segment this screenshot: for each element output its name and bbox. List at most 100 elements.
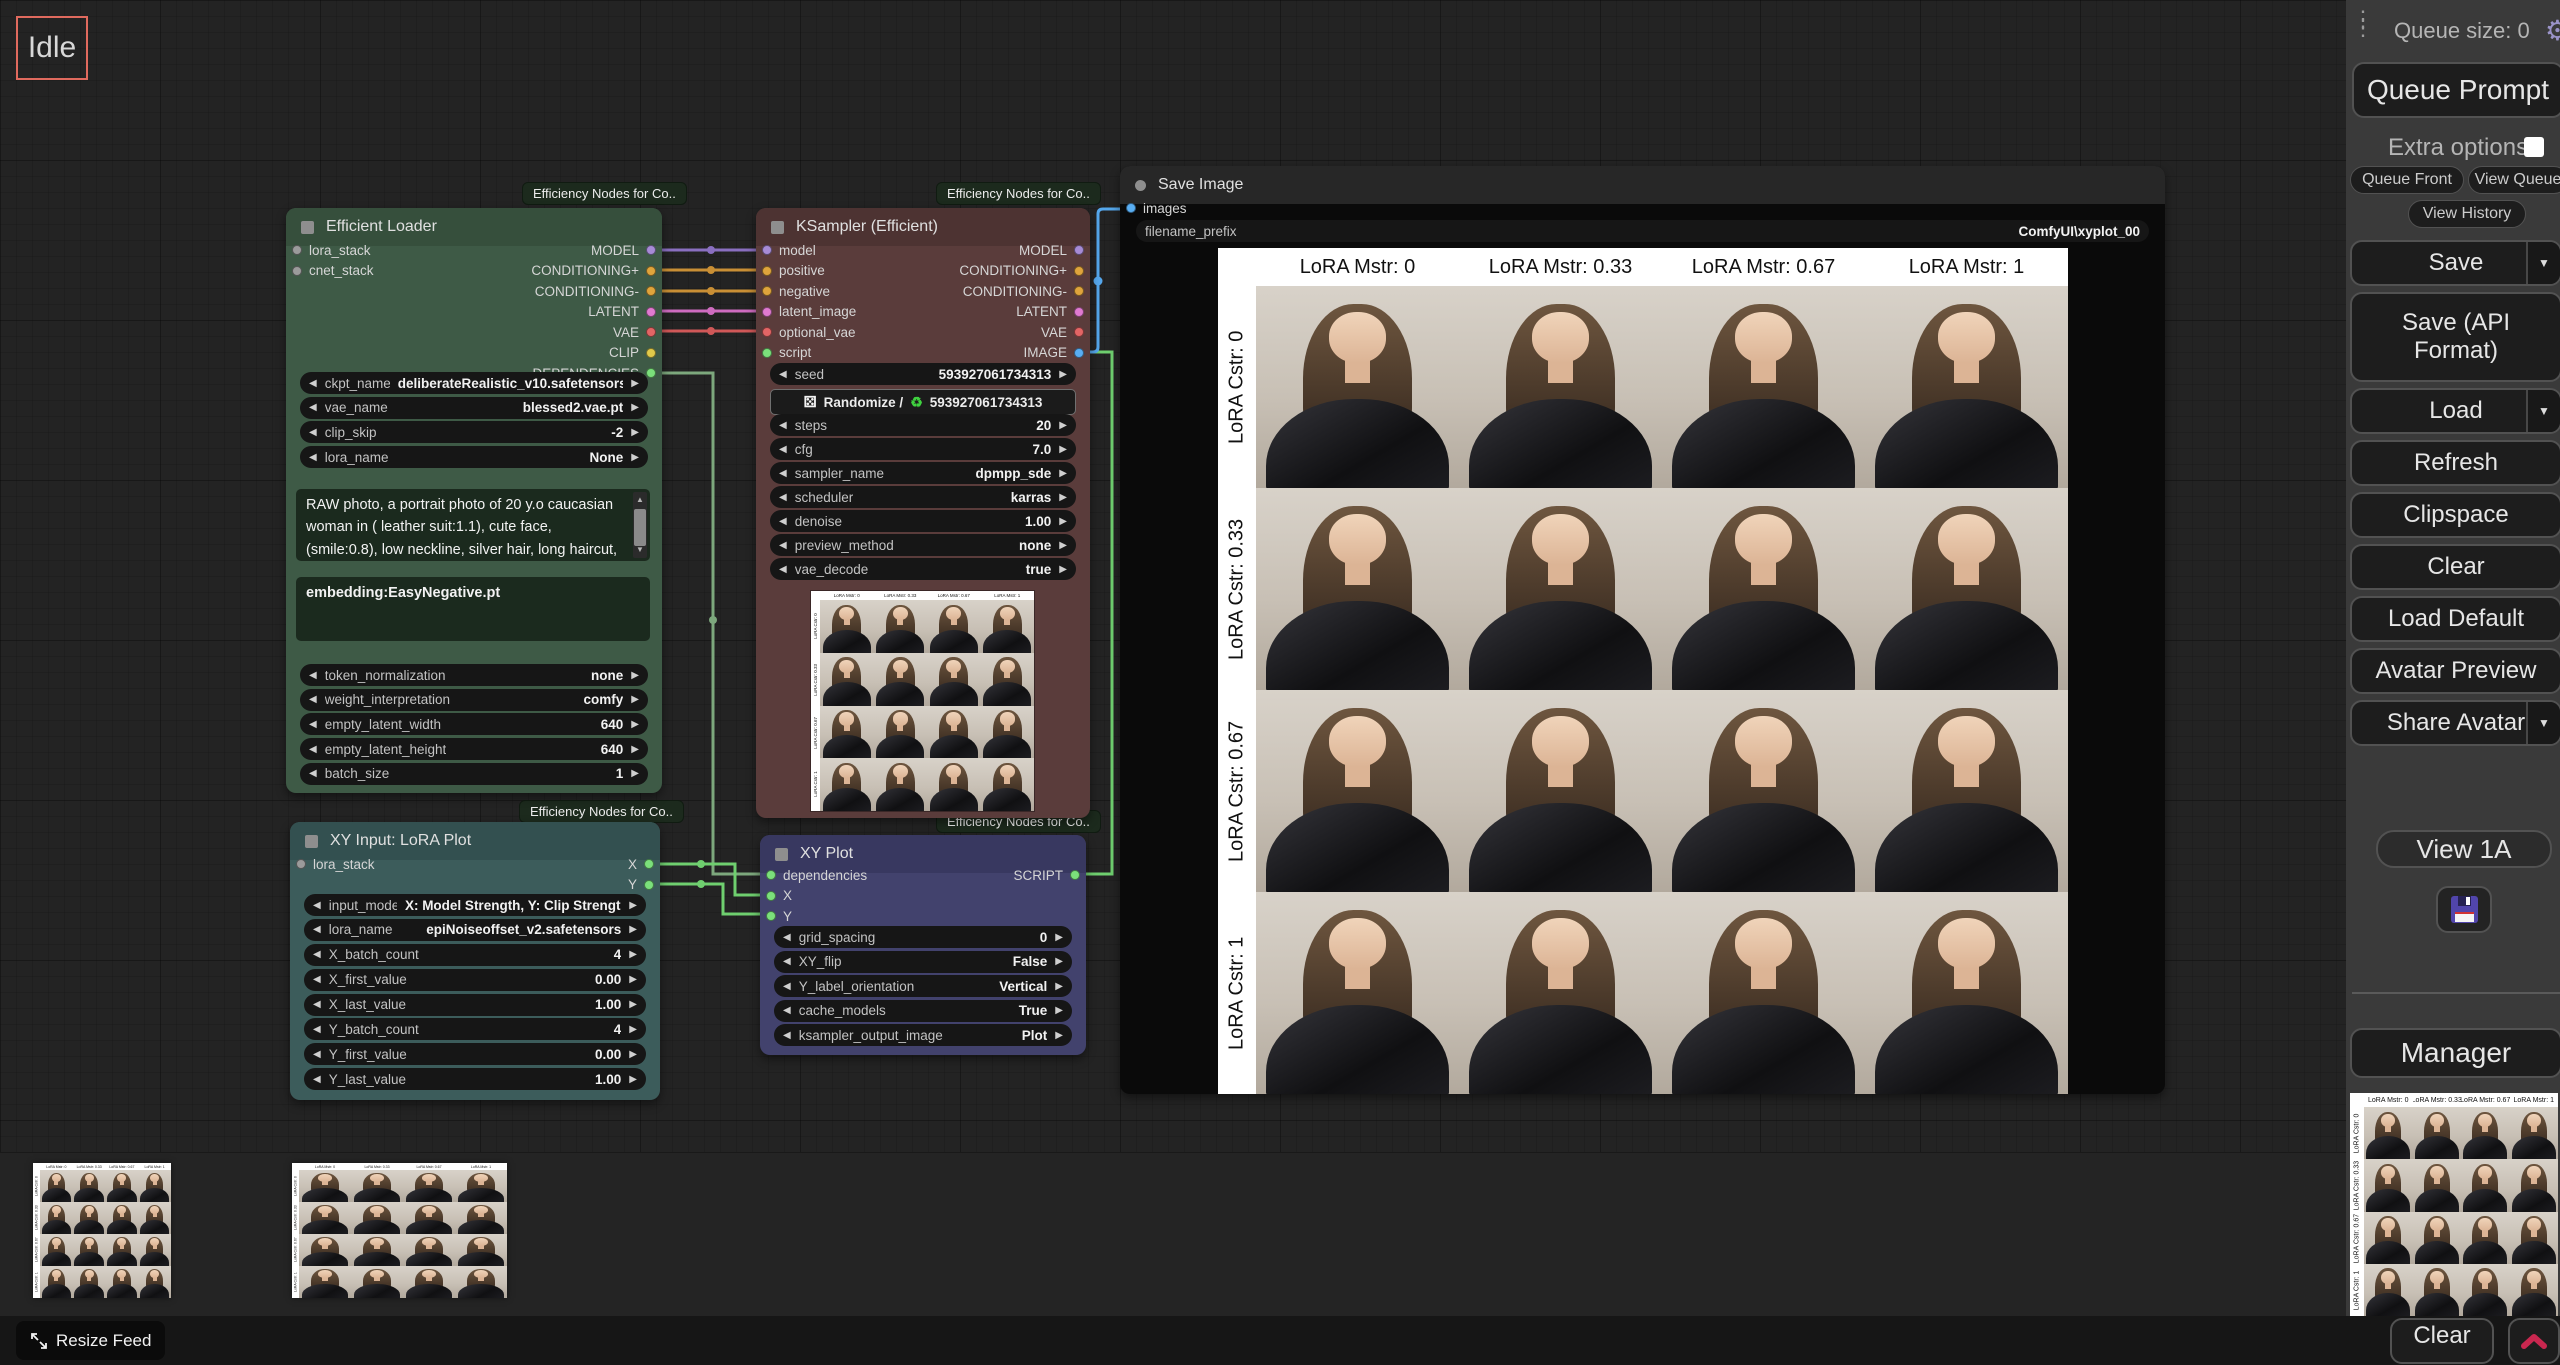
queue-front-button[interactable]: Queue Front: [2350, 166, 2464, 194]
widget-X_last_value[interactable]: ◀X_last_value1.00▶: [304, 994, 646, 1016]
increment-arrow-icon[interactable]: ▶: [1055, 1030, 1063, 1041]
port-MODEL[interactable]: MODEL: [406, 240, 656, 261]
widget-grid_spacing[interactable]: ◀grid_spacing0▶: [774, 926, 1072, 948]
feed-collapse-button[interactable]: [2508, 1318, 2560, 1364]
load-button[interactable]: Load ▼: [2350, 388, 2560, 434]
refresh-button[interactable]: Refresh: [2350, 440, 2560, 486]
port-dot-icon[interactable]: [1074, 266, 1084, 276]
port-VAE[interactable]: VAE: [406, 322, 656, 343]
port-dot-icon[interactable]: [1074, 307, 1084, 317]
increment-arrow-icon[interactable]: ▶: [629, 1074, 637, 1085]
increment-arrow-icon[interactable]: ▶: [1059, 444, 1067, 455]
node-save-image[interactable]: Save Image images filename_prefixComfyUI…: [1120, 166, 2165, 1094]
port-dot-icon[interactable]: [1074, 245, 1084, 255]
decrement-arrow-icon[interactable]: ◀: [779, 492, 787, 503]
positive-prompt-textarea[interactable]: RAW photo, a portrait photo of 20 y.o ca…: [296, 489, 650, 561]
view-history-button[interactable]: View History: [2408, 200, 2526, 228]
port-IMAGE[interactable]: IMAGE: [896, 343, 1084, 364]
widget-cache_models[interactable]: ◀cache_modelsTrue▶: [774, 1000, 1072, 1022]
port-CONDITIONING+[interactable]: CONDITIONING+: [896, 261, 1084, 282]
decrement-arrow-icon[interactable]: ◀: [783, 1030, 791, 1041]
decrement-arrow-icon[interactable]: ◀: [783, 1005, 791, 1016]
widget-input_mode[interactable]: ◀input_modeX: Model Strength, Y: Clip St…: [304, 894, 646, 916]
port-dot-icon[interactable]: [762, 286, 772, 296]
widget-X_first_value[interactable]: ◀X_first_value0.00▶: [304, 969, 646, 991]
clipspace-button[interactable]: Clipspace: [2350, 492, 2560, 538]
port-dot-icon[interactable]: [1070, 870, 1080, 880]
increment-arrow-icon[interactable]: ▶: [631, 378, 639, 389]
widget-XY_flip[interactable]: ◀XY_flipFalse▶: [774, 951, 1072, 973]
increment-arrow-icon[interactable]: ▶: [629, 900, 637, 911]
increment-arrow-icon[interactable]: ▶: [631, 694, 639, 705]
port-dot-icon[interactable]: [766, 891, 776, 901]
increment-arrow-icon[interactable]: ▶: [629, 974, 637, 985]
decrement-arrow-icon[interactable]: ◀: [783, 981, 791, 992]
gear-icon[interactable]: ⚙: [2545, 14, 2560, 47]
widget-lora_name[interactable]: ◀lora_nameNone▶: [300, 446, 648, 468]
port-dot-icon[interactable]: [1074, 348, 1084, 358]
decrement-arrow-icon[interactable]: ◀: [313, 1024, 321, 1035]
increment-arrow-icon[interactable]: ▶: [629, 1024, 637, 1035]
port-dot-icon[interactable]: [296, 859, 306, 869]
port-latent_image[interactable]: latent_image: [762, 302, 856, 323]
port-CONDITIONING-[interactable]: CONDITIONING-: [896, 281, 1084, 302]
increment-arrow-icon[interactable]: ▶: [629, 949, 637, 960]
collapse-icon[interactable]: [775, 848, 788, 861]
decrement-arrow-icon[interactable]: ◀: [313, 900, 321, 911]
port-Y[interactable]: Y: [490, 875, 654, 896]
share-dropdown-arrow-icon[interactable]: ▼: [2526, 702, 2560, 744]
widget-token_normalization[interactable]: ◀token_normalizationnone▶: [300, 664, 648, 686]
widget-denoise[interactable]: ◀denoise1.00▶: [770, 510, 1076, 532]
port-images[interactable]: images: [1126, 198, 1187, 219]
port-dot-icon[interactable]: [292, 266, 302, 276]
widget-steps[interactable]: ◀steps20▶: [770, 414, 1076, 436]
decrement-arrow-icon[interactable]: ◀: [779, 369, 787, 380]
port-X[interactable]: X: [490, 854, 654, 875]
port-dot-icon[interactable]: [762, 307, 772, 317]
increment-arrow-icon[interactable]: ▶: [631, 670, 639, 681]
widget-Y_label_orientation[interactable]: ◀Y_label_orientationVertical▶: [774, 975, 1072, 997]
port-dot-icon[interactable]: [646, 266, 656, 276]
port-CLIP[interactable]: CLIP: [406, 343, 656, 364]
decrement-arrow-icon[interactable]: ◀: [313, 1074, 321, 1085]
decrement-arrow-icon[interactable]: ◀: [313, 924, 321, 935]
scrollbar[interactable]: ▲ ▼: [633, 492, 647, 558]
increment-arrow-icon[interactable]: ▶: [1059, 516, 1067, 527]
sidebar-thumbnail[interactable]: LoRA Mstr: 0LoRA Mstr: 0.33LoRA Mstr: 0.…: [2350, 1093, 2558, 1316]
decrement-arrow-icon[interactable]: ◀: [309, 694, 317, 705]
feed-thumbnail[interactable]: LoRA Mstr: 0LoRA Mstr: 0.33LoRA Mstr: 0.…: [292, 1163, 507, 1298]
decrement-arrow-icon[interactable]: ◀: [309, 452, 317, 463]
scroll-up-icon[interactable]: ▲: [633, 494, 647, 506]
increment-arrow-icon[interactable]: ▶: [1055, 1005, 1063, 1016]
port-dot-icon[interactable]: [644, 880, 654, 890]
port-cnet_stack[interactable]: cnet_stack: [292, 261, 374, 282]
port-dot-icon[interactable]: [766, 870, 776, 880]
decrement-arrow-icon[interactable]: ◀: [783, 932, 791, 943]
port-dot-icon[interactable]: [762, 348, 772, 358]
port-negative[interactable]: negative: [762, 281, 856, 302]
decrement-arrow-icon[interactable]: ◀: [313, 999, 321, 1010]
increment-arrow-icon[interactable]: ▶: [1059, 540, 1067, 551]
decrement-arrow-icon[interactable]: ◀: [309, 402, 317, 413]
save-dropdown-arrow-icon[interactable]: ▼: [2526, 242, 2560, 284]
save-button[interactable]: Save ▼: [2350, 240, 2560, 286]
collapse-icon[interactable]: [301, 221, 314, 234]
port-dot-icon[interactable]: [766, 911, 776, 921]
decrement-arrow-icon[interactable]: ◀: [779, 564, 787, 575]
port-MODEL[interactable]: MODEL: [896, 240, 1084, 261]
port-dot-icon[interactable]: [646, 307, 656, 317]
port-VAE[interactable]: VAE: [896, 322, 1084, 343]
decrement-arrow-icon[interactable]: ◀: [783, 956, 791, 967]
extra-options-checkbox[interactable]: [2524, 137, 2544, 157]
port-LATENT[interactable]: LATENT: [406, 302, 656, 323]
port-dependencies[interactable]: dependencies: [766, 865, 867, 886]
increment-arrow-icon[interactable]: ▶: [1059, 468, 1067, 479]
port-SCRIPT[interactable]: SCRIPT: [940, 865, 1080, 886]
randomize-seed-button[interactable]: ⚄ Randomize / ♻ 593927061734313: [770, 389, 1076, 415]
decrement-arrow-icon[interactable]: ◀: [309, 744, 317, 755]
widget-ksampler_output_image[interactable]: ◀ksampler_output_imagePlot▶: [774, 1024, 1072, 1046]
manager-button[interactable]: Manager: [2350, 1028, 2560, 1078]
port-LATENT[interactable]: LATENT: [896, 302, 1084, 323]
decrement-arrow-icon[interactable]: ◀: [313, 949, 321, 960]
widget-Y_first_value[interactable]: ◀Y_first_value0.00▶: [304, 1043, 646, 1065]
